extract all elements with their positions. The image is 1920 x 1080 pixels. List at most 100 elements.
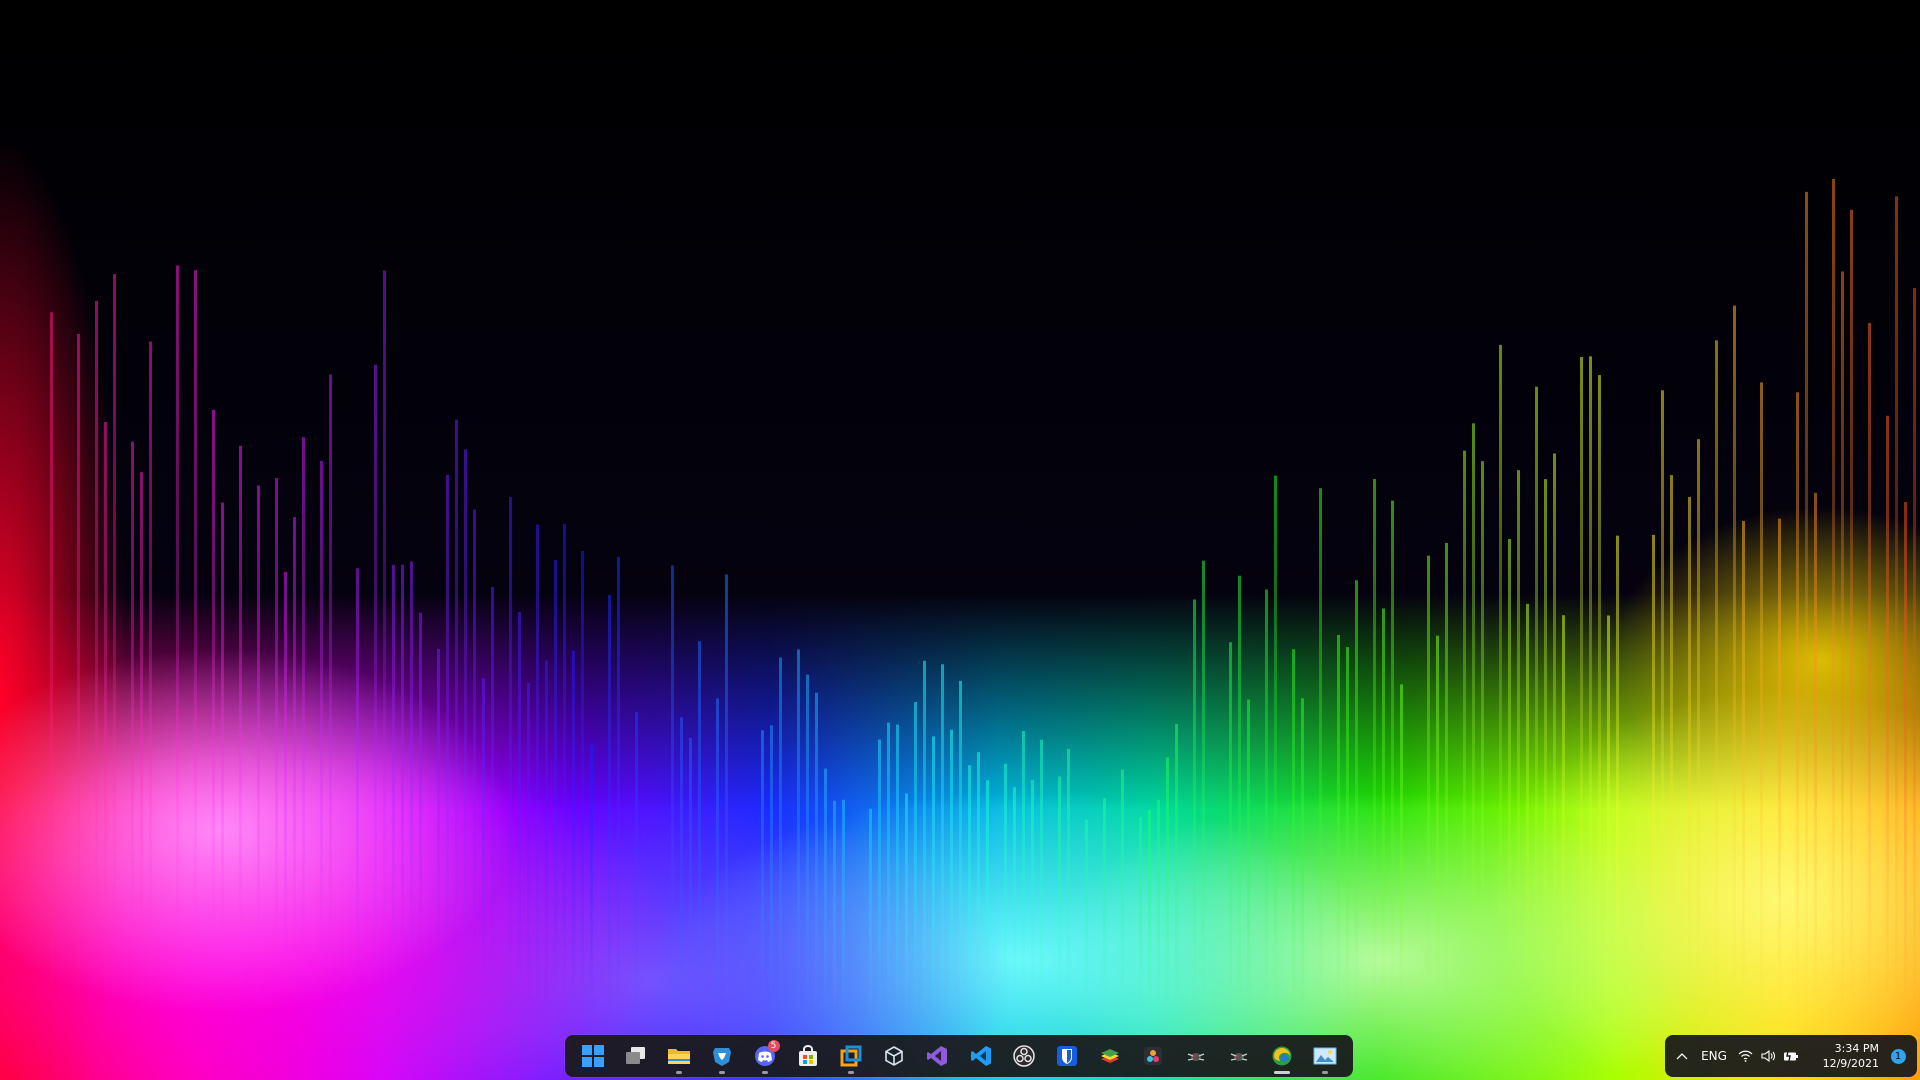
- obs-studio-button[interactable]: [1002, 1037, 1045, 1075]
- wallpaper-bar: [779, 657, 782, 1020]
- wallpaper-bar: [1355, 580, 1358, 1020]
- wallpaper-bar: [1805, 191, 1808, 1020]
- wallpaper-bar: [383, 270, 386, 1020]
- visual-studio-button[interactable]: [916, 1037, 959, 1075]
- bitwarden-shield-icon: [1056, 1046, 1077, 1066]
- wallpaper-bar: [689, 737, 692, 1020]
- wallpaper-bar: [464, 449, 467, 1021]
- discord-notification-badge: 5: [767, 1040, 780, 1052]
- wallpaper-bar: [1247, 699, 1250, 1020]
- wallpaper-bar: [320, 460, 323, 1020]
- wallpaper-bar: [1400, 684, 1403, 1020]
- wallpaper-bar: [1913, 288, 1916, 1020]
- wallpaper-bar: [1499, 344, 1502, 1020]
- wallpaper-bar: [1229, 642, 1232, 1020]
- bluestacks-button[interactable]: [1088, 1037, 1131, 1075]
- wallpaper-bar: [824, 768, 827, 1020]
- wallpaper-bar: [1814, 492, 1817, 1020]
- wallpaper-bar: [1589, 356, 1592, 1020]
- bug-icon: [1187, 1053, 1205, 1061]
- brave-browser-button[interactable]: [700, 1037, 743, 1075]
- edge-icon: [1272, 1046, 1292, 1066]
- wallpaper-bar: [491, 587, 494, 1020]
- wallpaper-bar: [572, 650, 575, 1020]
- wallpaper-bar: [1013, 787, 1016, 1020]
- wallpaper-bar: [1607, 615, 1610, 1020]
- wallpaper-bar: [896, 724, 899, 1020]
- wallpaper-bar: [1904, 501, 1907, 1021]
- wallpaper-bar: [1715, 340, 1718, 1020]
- wallpaper-bar: [257, 485, 260, 1020]
- davinci-resolve-button[interactable]: [1131, 1037, 1174, 1075]
- wallpaper-bar: [842, 799, 845, 1020]
- cube-icon: [885, 1046, 904, 1066]
- wallpaper-bar: [1580, 356, 1583, 1020]
- brave-lion-icon: [712, 1048, 731, 1066]
- file-explorer-button[interactable]: [657, 1037, 700, 1075]
- 3d-viewer-button[interactable]: [873, 1037, 916, 1075]
- virtualbox-button[interactable]: [830, 1037, 873, 1075]
- wallpaper-bar: [356, 568, 359, 1020]
- vscode-icon: [970, 1046, 991, 1066]
- wallpaper-bar: [1391, 500, 1394, 1020]
- language-indicator[interactable]: ENG: [1693, 1037, 1735, 1075]
- notification-center-button[interactable]: 1: [1883, 1037, 1909, 1075]
- bluestacks-icon: [1100, 1049, 1119, 1063]
- vscode-button[interactable]: [959, 1037, 1002, 1075]
- wallpaper-bar: [1616, 535, 1619, 1020]
- wallpaper-bar: [176, 265, 179, 1020]
- wallpaper-bar: [1175, 724, 1178, 1020]
- wallpaper-bar: [1004, 763, 1007, 1020]
- wallpaper-bar: [1301, 698, 1304, 1020]
- task-view-button[interactable]: [614, 1037, 657, 1075]
- running-indicator: [761, 1071, 768, 1074]
- wallpaper-bar: [455, 419, 458, 1020]
- wallpaper-bar: [1598, 375, 1601, 1020]
- wallpaper-bar: [1157, 799, 1160, 1020]
- wallpaper-bar: [1085, 819, 1088, 1020]
- wallpaper-bar: [806, 674, 809, 1020]
- wallpaper-bar: [1103, 798, 1106, 1020]
- visual-studio-icon: [927, 1046, 948, 1066]
- obs-icon: [1012, 1045, 1035, 1067]
- wallpaper-bar: [482, 678, 485, 1020]
- wifi-icon: [1738, 1050, 1752, 1062]
- wallpaper-bar: [1832, 178, 1835, 1020]
- image-viewer-button[interactable]: [1304, 1037, 1347, 1075]
- wallpaper-bar: [770, 725, 773, 1020]
- show-hidden-icons-button[interactable]: [1671, 1037, 1693, 1075]
- running-indicator: [848, 1071, 855, 1074]
- wallpaper-bar: [401, 564, 404, 1020]
- bitwarden-button[interactable]: [1045, 1037, 1088, 1075]
- wallpaper-bar: [563, 524, 566, 1020]
- wallpaper-bar: [950, 729, 953, 1020]
- wallpaper-bar: [905, 793, 908, 1020]
- microsoft-store-button[interactable]: [787, 1037, 830, 1075]
- wallpaper-bar: [581, 550, 584, 1020]
- wallpaper-bar: [1274, 475, 1277, 1020]
- task-view-icon: [625, 1047, 645, 1064]
- wallpaper-bar: [1895, 196, 1898, 1020]
- wallpaper-bar: [419, 612, 422, 1020]
- wallpaper-bar: [1148, 810, 1151, 1020]
- wallpaper-bar: [284, 571, 287, 1020]
- wallpaper-bar: [410, 561, 413, 1020]
- taskbar: 5: [565, 1035, 1353, 1077]
- wallpaper-bar: [104, 422, 107, 1020]
- app-bug-2-button[interactable]: [1218, 1037, 1261, 1075]
- discord-button[interactable]: 5: [743, 1037, 786, 1075]
- wallpaper-bar: [1427, 555, 1430, 1020]
- wallpaper-bar: [1850, 209, 1853, 1021]
- wallpaper-bar: [797, 649, 800, 1020]
- wallpaper-bar: [545, 660, 548, 1020]
- wallpaper-bar: [1688, 496, 1691, 1020]
- edge-canary-button[interactable]: [1261, 1037, 1304, 1075]
- app-bug-1-button[interactable]: [1175, 1037, 1218, 1075]
- wallpaper-bar: [815, 692, 818, 1020]
- start-button[interactable]: [571, 1037, 614, 1075]
- davinci-icon: [1143, 1047, 1162, 1065]
- clock-button[interactable]: 3:34 PM 12/9/2021: [1801, 1037, 1883, 1075]
- quick-settings-button[interactable]: [1735, 1037, 1801, 1075]
- wallpaper-bar: [239, 445, 242, 1020]
- wallpaper-bar: [716, 698, 719, 1020]
